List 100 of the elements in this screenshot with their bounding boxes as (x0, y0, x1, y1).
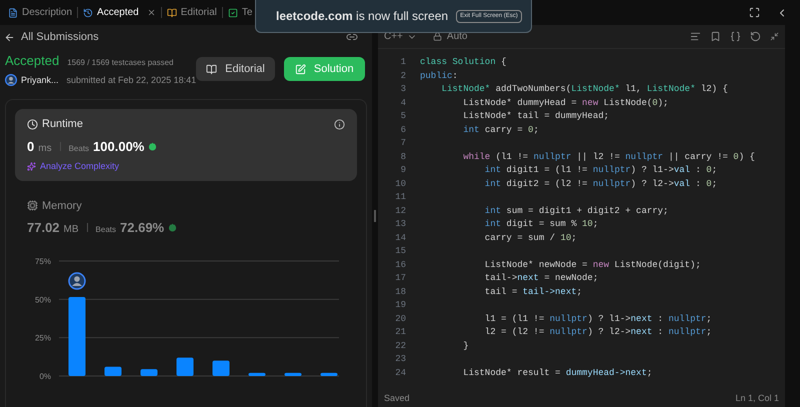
chip-icon (27, 200, 38, 212)
chart-bar[interactable] (104, 366, 122, 376)
axis-label: 25% (34, 333, 51, 342)
metric-card[interactable]: Runtime 0 ms Beats 100.00% Analyze Complexity (15, 109, 357, 180)
clock-icon (27, 118, 38, 130)
line-number: 24 (394, 366, 406, 380)
chart-bar[interactable] (176, 357, 194, 376)
code-line: int carry = 0; (462, 124, 539, 136)
braces-icon[interactable] (730, 31, 741, 42)
code-line: class Solution { (420, 56, 506, 69)
code-line: while (l1 != nullptr || l2 != nullptr || carry != 0) { (462, 150, 755, 164)
line-number: 16 (394, 258, 406, 272)
line-number: 9 (400, 164, 406, 177)
submitted-time: submitted at Feb 22, 2025 18:41 (66, 74, 196, 86)
line-number: 13 (394, 218, 406, 231)
status-label: Accepted (5, 52, 60, 70)
axis-label: 75% (34, 256, 51, 266)
code-line: l2 = (l2 != nullptr) ? l2->next : nullptr; (484, 326, 712, 339)
panel-tab[interactable]: Te (228, 5, 252, 20)
beats-label: Beats (96, 224, 116, 236)
metric-unit: MB (64, 223, 79, 237)
user-avatar (5, 74, 17, 86)
edit-icon (294, 64, 306, 74)
code-line: int digit = sum % 10; (484, 218, 598, 231)
close-icon[interactable] (146, 8, 156, 17)
metric-unit: ms (38, 142, 52, 156)
history-icon (83, 8, 94, 18)
user-name[interactable]: Priyank... (21, 74, 59, 87)
chart-bar[interactable] (212, 360, 230, 376)
fullscreen-icon[interactable] (749, 7, 760, 18)
cursor-position: Ln 1, Col 1 (735, 392, 779, 406)
info-icon[interactable] (334, 118, 345, 130)
axis-label: 50% (34, 294, 51, 304)
code-line: l1 = (l1 != nullptr) ? l1->next : nullptr; (484, 312, 712, 326)
code-line: tail = tail->next; (484, 286, 582, 298)
line-number: 6 (400, 124, 406, 136)
code-line: int sum = digit1 + digit2 + carry; (484, 204, 668, 218)
line-number: 17 (394, 272, 406, 285)
testcases-passed: 1569 / 1569 testcases passed (67, 57, 174, 69)
line-number: 2 (400, 70, 406, 82)
metric-card[interactable]: Memory 77.02 MB Beats 72.69% (15, 190, 357, 244)
code-line: ListNode* addTwoNumbers(ListNode* l1, ListNode* l2) { (440, 83, 728, 96)
line-number: 5 (400, 110, 406, 123)
line-number: 15 (394, 245, 406, 258)
notification-message: leetcode.com is now full screen (276, 8, 448, 25)
back-link[interactable]: All Submissions (4, 28, 99, 46)
metric-value: 77.02 (27, 219, 60, 237)
avatar-marker (68, 272, 86, 290)
code-line: ListNode* result = dummyHead->next; (462, 366, 652, 380)
minimize-icon[interactable] (770, 32, 779, 41)
back-arrow-icon (4, 32, 15, 42)
chart-bar[interactable] (284, 372, 302, 376)
sparkle-icon (27, 162, 36, 172)
code-line: int digit2 = (l2 != nullptr) ? l2->val : 0; (484, 178, 718, 190)
chart-bar[interactable] (248, 372, 266, 376)
chart-bar[interactable] (140, 368, 158, 376)
code-line: int digit1 = (l1 != nullptr) ? l1->val : 0; (484, 164, 718, 177)
beats-label: Beats (68, 142, 90, 154)
line-number: 7 (400, 137, 406, 150)
code-line: public: (420, 70, 458, 82)
line-number: 23 (394, 353, 406, 366)
panel-tab[interactable]: Description (8, 5, 72, 20)
line-number: 11 (394, 191, 406, 204)
beats-value: 72.69% (120, 219, 164, 237)
line-number: 21 (394, 326, 406, 339)
line-number: 18 (394, 286, 406, 298)
book-icon (166, 8, 177, 18)
line-number: 1 (400, 56, 406, 69)
metric-title: Runtime (42, 117, 83, 132)
code-line: tail->next = newNode; (484, 272, 598, 285)
link-icon[interactable] (346, 31, 358, 43)
panel-tab[interactable]: Editorial (166, 5, 217, 20)
code-line: ListNode* dummyHead = new ListNode(0); (462, 96, 668, 110)
line-number: 3 (400, 83, 406, 96)
line-number: 22 (394, 340, 406, 352)
format-icon[interactable] (690, 31, 701, 42)
bookmark-icon[interactable] (710, 31, 721, 42)
line-number: 19 (394, 299, 406, 312)
beats-value: 100.00% (93, 138, 144, 156)
analyze-complexity-link[interactable]: Analyze Complexity (27, 160, 345, 174)
line-number: 14 (394, 232, 406, 244)
line-number: 12 (394, 204, 406, 218)
panel-tab[interactable]: Accepted (83, 5, 156, 20)
save-status: Saved (384, 392, 410, 406)
line-number: 10 (394, 178, 406, 190)
axis-label: 0% (39, 372, 51, 380)
metric-title: Memory (42, 198, 82, 214)
code-line: carry = sum / 10; (484, 232, 577, 244)
chart-bar[interactable] (320, 372, 338, 376)
code-line: ListNode* tail = dummyHead; (462, 110, 610, 123)
line-number: 20 (394, 312, 406, 326)
line-number: 8 (400, 150, 406, 164)
book-icon (206, 64, 218, 74)
code-line: ListNode* newNode = new ListNode(digit); (484, 258, 701, 272)
code-line: } (462, 340, 469, 352)
editorial-button[interactable]: Editorial (196, 57, 275, 81)
document-icon (8, 8, 18, 18)
line-number: 4 (400, 96, 406, 110)
checkbox-icon (228, 8, 238, 18)
reset-icon[interactable] (750, 31, 761, 42)
